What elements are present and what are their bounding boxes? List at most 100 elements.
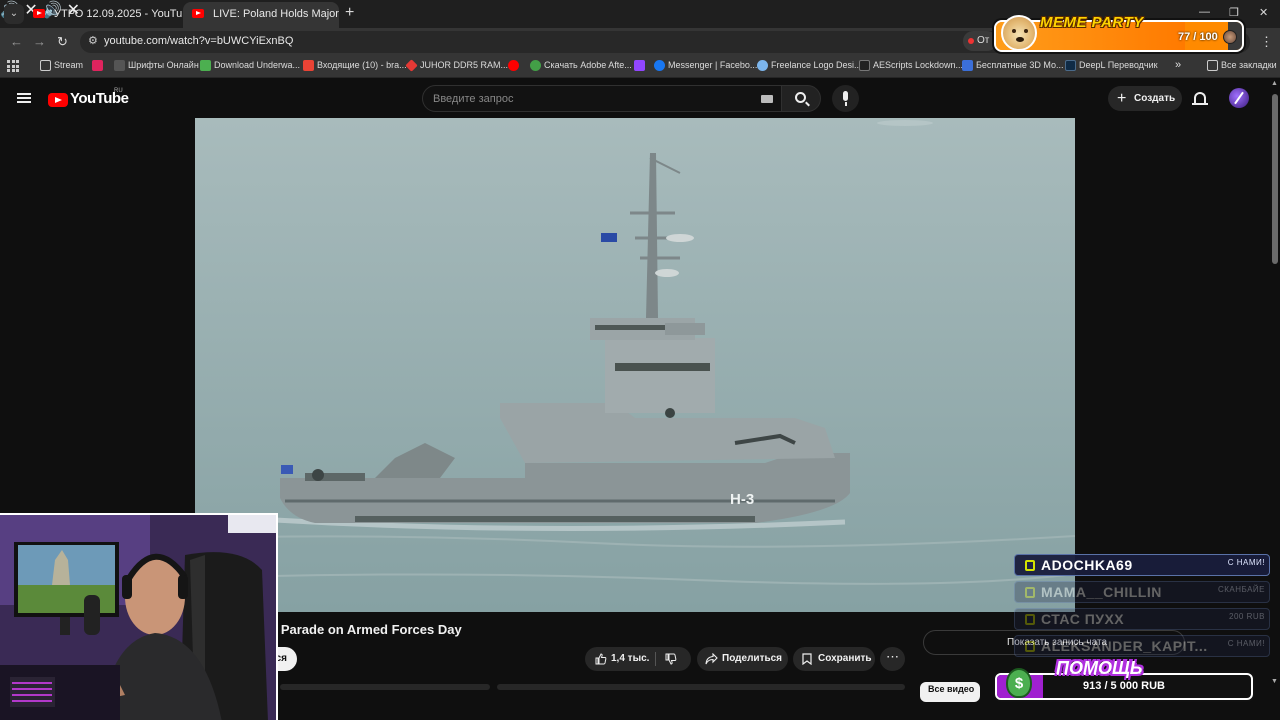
more-actions-button[interactable]: ⋯ bbox=[880, 647, 905, 671]
twitch-icon bbox=[1025, 560, 1035, 571]
account-avatar[interactable] bbox=[1229, 88, 1249, 108]
tab-search-dropdown[interactable]: ⌄ bbox=[4, 4, 24, 24]
dislike-icon[interactable] bbox=[665, 653, 677, 665]
voice-search-button[interactable] bbox=[832, 85, 859, 112]
donor-name: MAMA__CHILLIN bbox=[1041, 584, 1162, 600]
hull-marking: H-3 bbox=[730, 491, 754, 508]
apps-grid-icon[interactable] bbox=[7, 60, 19, 72]
browser-tab[interactable]: УТРО 12.09.2025 - YouTube bbox=[24, 2, 182, 28]
new-tab-button[interactable]: + bbox=[345, 4, 354, 22]
donor-note: 200 RUB bbox=[1229, 612, 1265, 621]
search-icon bbox=[795, 92, 806, 103]
bookmark-item[interactable]: DeepL Переводчик bbox=[1065, 60, 1158, 71]
bookmark-favicon-icon bbox=[92, 60, 103, 71]
bookmark-favicon-icon bbox=[962, 60, 973, 71]
folder-icon bbox=[40, 60, 51, 71]
menu-icon[interactable] bbox=[17, 93, 31, 103]
donor-name: ALEKSANDER_KAPIT... bbox=[1041, 638, 1208, 654]
share-button[interactable]: Поделиться bbox=[697, 647, 788, 671]
donor-note: С НАМИ! bbox=[1227, 639, 1265, 648]
create-button[interactable]: + Создать bbox=[1108, 86, 1182, 111]
bookmark-item[interactable]: Шрифты Онлайн bbox=[114, 60, 199, 71]
twitch-icon bbox=[1025, 614, 1035, 625]
deepl-icon bbox=[1065, 60, 1076, 71]
youtube-icon bbox=[508, 60, 519, 71]
filter-chip-all[interactable]: Все видео bbox=[920, 682, 980, 702]
bookmark-item[interactable]: Бесплатные 3D Мо... bbox=[962, 60, 1064, 71]
search-input[interactable] bbox=[433, 90, 753, 108]
streamer-webcam bbox=[0, 513, 278, 720]
back-arrow-icon[interactable]: ← bbox=[10, 34, 23, 49]
keyboard-icon[interactable] bbox=[761, 95, 773, 103]
donor-row: MAMA__CHILLIN СКАНБАЙЕ bbox=[1014, 581, 1270, 603]
page-scrollbar[interactable]: ▲ ▼ bbox=[1270, 78, 1280, 690]
share-icon bbox=[705, 653, 718, 665]
donor-note: СКАНБАЙЕ bbox=[1217, 585, 1265, 594]
facebook-icon bbox=[654, 60, 665, 71]
bookmark-favicon-icon bbox=[757, 60, 768, 71]
scroll-down-icon[interactable]: ▼ bbox=[1271, 678, 1278, 685]
scroll-up-icon[interactable]: ▲ bbox=[1271, 80, 1278, 87]
forward-arrow-icon[interactable]: → bbox=[33, 34, 46, 49]
bookmark-item[interactable]: Скачать Adobe Afte... bbox=[530, 60, 632, 71]
bookmark-item[interactable]: Stream bbox=[40, 60, 83, 71]
bookmark-item[interactable]: AEScripts Lockdown... bbox=[859, 60, 963, 71]
video-title: y Parade on Armed Forces Day bbox=[270, 622, 462, 637]
description-box[interactable] bbox=[280, 684, 490, 690]
all-bookmarks-button[interactable]: Все закладки bbox=[1207, 60, 1277, 71]
youtube-header: YouTube RU +Создать bbox=[0, 78, 1280, 118]
donor-name: СТАС ПУХХ bbox=[1041, 611, 1125, 627]
gmail-icon bbox=[303, 60, 314, 71]
bookmark-item[interactable]: Freelance Logo Desi... bbox=[757, 60, 862, 71]
donor-row: ALEKSANDER_KAPIT... С НАМИ! bbox=[1014, 635, 1270, 657]
url-text: youtube.com/watch?v=bUWCYiExnBQ bbox=[104, 35, 294, 47]
search-button[interactable] bbox=[781, 85, 821, 112]
youtube-favicon-icon bbox=[192, 9, 204, 18]
like-divider bbox=[655, 652, 656, 666]
close-window-button[interactable]: ✕ bbox=[1259, 6, 1268, 19]
notifications-bell-icon[interactable] bbox=[1192, 92, 1208, 105]
bookmark-item[interactable]: JUHOR DDR5 RAM... bbox=[405, 59, 508, 72]
like-dislike-group: 1,4 тыс. bbox=[585, 647, 691, 671]
tab-title: УТРО 12.09.2025 - YouTube bbox=[54, 8, 182, 20]
money-bag-icon: $ bbox=[1006, 668, 1032, 698]
twitch-icon bbox=[1025, 587, 1035, 598]
coin-icon bbox=[1223, 30, 1237, 44]
youtube-logo-icon[interactable] bbox=[48, 93, 68, 107]
donor-name: ADOCHKA69 bbox=[1041, 557, 1133, 573]
save-button[interactable]: Сохранить bbox=[793, 647, 875, 671]
donor-row: ADOCHKA69 С НАМИ! bbox=[1014, 554, 1270, 576]
folder-icon bbox=[1207, 60, 1218, 71]
donation-amount: 913 / 5 000 RUB bbox=[1083, 680, 1165, 692]
meme-party-title: MEME PARTY bbox=[1040, 14, 1144, 31]
bookmark-favicon-icon bbox=[200, 60, 211, 71]
bookmark-item[interactable]: Входящие (10) - bra... bbox=[303, 60, 407, 71]
doge-icon bbox=[1001, 15, 1037, 51]
omnibox-badge[interactable]: От bbox=[963, 31, 997, 51]
bookmark-item[interactable]: Messenger | Facebo... bbox=[654, 60, 757, 71]
video-player[interactable]: H-3 bbox=[195, 118, 1075, 612]
donor-row: СТАС ПУХХ 200 RUB bbox=[1014, 608, 1270, 630]
minimize-button[interactable]: — bbox=[1199, 6, 1210, 18]
search-box[interactable] bbox=[422, 85, 782, 112]
reload-icon[interactable]: ↻ bbox=[57, 34, 68, 50]
maximize-button[interactable]: ❐ bbox=[1229, 6, 1239, 19]
site-settings-icon[interactable]: ⚙ bbox=[88, 34, 98, 47]
youtube-favicon-icon bbox=[33, 9, 45, 18]
donation-goal-title: ПОМОЩЬ bbox=[1056, 658, 1143, 678]
like-icon[interactable] bbox=[595, 653, 607, 665]
bookmark-favicon-icon bbox=[114, 60, 125, 71]
donor-note: С НАМИ! bbox=[1227, 558, 1265, 567]
browser-menu-icon[interactable]: ⋮ bbox=[1260, 34, 1273, 50]
bookmark-favicon-icon bbox=[530, 60, 541, 71]
description-box[interactable] bbox=[497, 684, 905, 690]
scrollbar-thumb[interactable] bbox=[1272, 94, 1278, 264]
browser-tab-active[interactable]: LIVE: Poland Holds Major M bbox=[183, 2, 339, 28]
plus-icon: + bbox=[1117, 90, 1127, 107]
video-frame-ship: H-3 bbox=[195, 118, 1075, 612]
bookmark-item[interactable]: Download Underwa... bbox=[200, 60, 300, 71]
webcam-scene bbox=[0, 515, 276, 720]
twitch-icon bbox=[1025, 641, 1035, 652]
like-count[interactable]: 1,4 тыс. bbox=[611, 647, 649, 671]
more-bookmarks-icon[interactable]: » bbox=[1175, 59, 1181, 71]
